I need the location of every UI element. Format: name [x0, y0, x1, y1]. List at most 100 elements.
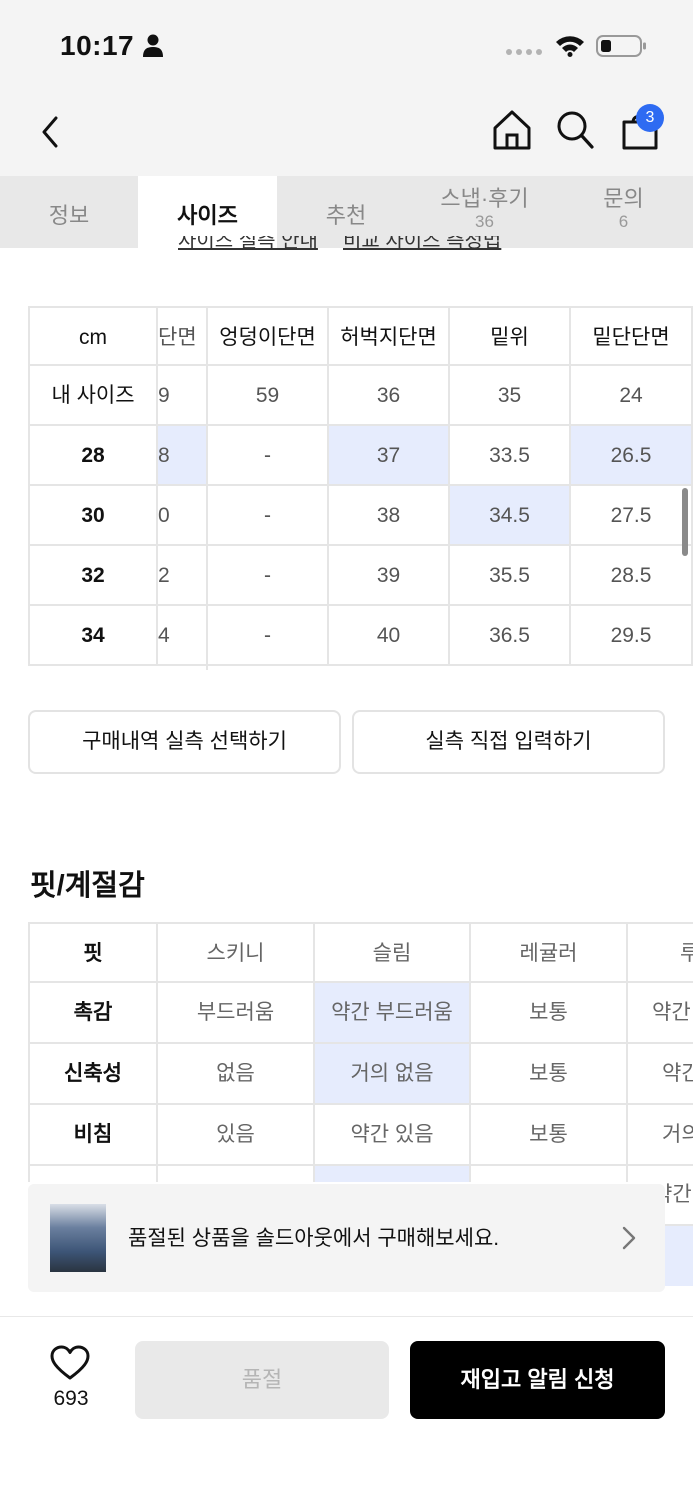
fit-row-label: 핏 [28, 922, 158, 983]
fit-option: 있음 [158, 1105, 315, 1166]
column-header: 엉덩이단면 [208, 306, 329, 366]
size-guide-link-text: 사이즈 실측 안내 [178, 236, 318, 252]
table-cell: 35.5 [450, 546, 571, 606]
tab-label: 스냅·후기 [440, 186, 529, 211]
table-scrollbar[interactable] [682, 488, 688, 556]
table-cell: 39 [329, 546, 450, 606]
table-cell-highlighted: 26.5 [571, 426, 693, 486]
fit-option: 약간 [628, 1044, 693, 1105]
table-cell-highlighted: 34.5 [450, 486, 571, 546]
table-cell: 27.5 [571, 486, 693, 546]
column-divider [206, 306, 208, 670]
row-label-my-size: 내 사이즈 [28, 366, 158, 426]
banner-text: 품절된 상품을 솔드아웃에서 구매해보세요. [128, 1227, 500, 1250]
tab-count: 36 [475, 212, 494, 231]
fit-option [158, 1166, 315, 1182]
heart-icon[interactable] [50, 1345, 90, 1381]
table-cell: - [208, 426, 329, 486]
fit-option-partial-selected [665, 1226, 693, 1286]
fit-option [471, 1166, 628, 1182]
person-icon [143, 34, 163, 57]
table-cell: 28.5 [571, 546, 693, 606]
fit-row-label: 신축성 [28, 1044, 158, 1105]
fit-table: 핏 스키니 슬림 레귤러 루 촉감 부드러움 약간 부드러움 보통 약간 신축성… [28, 922, 693, 1182]
table-cell: 38 [329, 486, 450, 546]
fit-option: 부드러움 [158, 983, 315, 1044]
partial-column-header: 단면 [158, 306, 208, 366]
column-header: 밑위 [450, 306, 571, 366]
chevron-left-icon[interactable] [34, 112, 66, 152]
row-label-size: 28 [28, 426, 158, 486]
top-nav-bar: 3 [0, 88, 693, 176]
fit-option: 스키니 [158, 922, 315, 983]
fit-season-title: 핏/계절감 [30, 870, 145, 902]
size-compare-link[interactable]: 비교 사이즈 측정법 [343, 236, 523, 262]
battery-low-icon [596, 35, 646, 57]
status-time: 10:17 [60, 30, 135, 61]
table-cell: 33.5 [450, 426, 571, 486]
row-label-size: 30 [28, 486, 158, 546]
row-label-size: 34 [28, 606, 158, 666]
size-compare-link-text: 비교 사이즈 측정법 [343, 236, 502, 252]
fit-option: 슬림 [315, 922, 471, 983]
partial-cell: 8 [158, 426, 208, 486]
status-bar: 10:17 [0, 0, 693, 88]
tab-info[interactable]: 정보 [0, 176, 138, 248]
fit-option: 보통 [471, 1105, 628, 1166]
soldout-button: 품절 [135, 1341, 389, 1419]
cart-count-badge: 3 [636, 104, 664, 132]
table-cell: 24 [571, 366, 693, 426]
table-cell: 36.5 [450, 606, 571, 666]
partial-cell: 4 [158, 606, 208, 666]
enter-measure-manually-button[interactable]: 실측 직접 입력하기 [352, 710, 665, 774]
partial-cell: 0 [158, 486, 208, 546]
fit-option: 약간 있음 [315, 1105, 471, 1166]
column-header: 밑단단면 [571, 306, 693, 366]
table-cell: 40 [329, 606, 450, 666]
column-header: 허벅지단면 [329, 306, 450, 366]
partial-cell: 9 [158, 366, 208, 426]
select-purchase-measure-button[interactable]: 구매내역 실측 선택하기 [28, 710, 341, 774]
table-cell: 29.5 [571, 606, 693, 666]
table-cell-highlighted: 37 [329, 426, 450, 486]
tab-label: 문의 [603, 186, 644, 211]
signal-icon [506, 49, 542, 55]
restock-alert-button[interactable]: 재입고 알림 신청 [410, 1341, 665, 1419]
fit-option-selected: 거의 없음 [315, 1044, 471, 1105]
table-cell: - [208, 606, 329, 666]
chevron-right-icon [622, 1226, 636, 1250]
table-cell: 35 [450, 366, 571, 426]
fit-row-label: 비침 [28, 1105, 158, 1166]
bottom-purchase-bar: 693 품절 재입고 알림 신청 [0, 1316, 693, 1500]
fit-option-partial-text: 약간 [665, 1183, 692, 1206]
fit-row-label [28, 1166, 158, 1182]
table-cell: - [208, 546, 329, 606]
size-guide-link[interactable]: 사이즈 실측 안내 [178, 236, 338, 262]
fit-option: 레귤러 [471, 922, 628, 983]
table-cell: 36 [329, 366, 450, 426]
wifi-icon [556, 36, 584, 57]
like-count: 693 [53, 1387, 89, 1410]
tab-inquiry[interactable]: 문의 6 [554, 176, 693, 248]
size-table: 엉덩이단면 허벅지단면 밑위 밑단단면 59 36 35 24 - 37 33.… [28, 306, 693, 670]
fit-option: 약간 [628, 983, 693, 1044]
fit-option: 보통 [471, 1044, 628, 1105]
fit-option: 보통 [471, 983, 628, 1044]
row-label-size: 32 [28, 546, 158, 606]
soldout-marketplace-banner[interactable]: 품절된 상품을 솔드아웃에서 구매해보세요. [28, 1184, 665, 1292]
table-cell: - [208, 486, 329, 546]
table-cell: 59 [208, 366, 329, 426]
fit-option: 루 [628, 922, 693, 983]
tab-count: 6 [618, 212, 629, 231]
fit-option-selected [315, 1166, 471, 1182]
fit-row-label: 촉감 [28, 983, 158, 1044]
search-icon[interactable] [555, 108, 595, 150]
home-icon[interactable] [491, 108, 533, 152]
product-thumbnail [50, 1204, 106, 1272]
unit-header: cm [28, 306, 158, 366]
tab-label: 정보 [48, 203, 90, 228]
fit-option-partial: 약간 [665, 1166, 693, 1226]
fit-option-selected: 약간 부드러움 [315, 983, 471, 1044]
fit-option: 없음 [158, 1044, 315, 1105]
partial-cell: 2 [158, 546, 208, 606]
